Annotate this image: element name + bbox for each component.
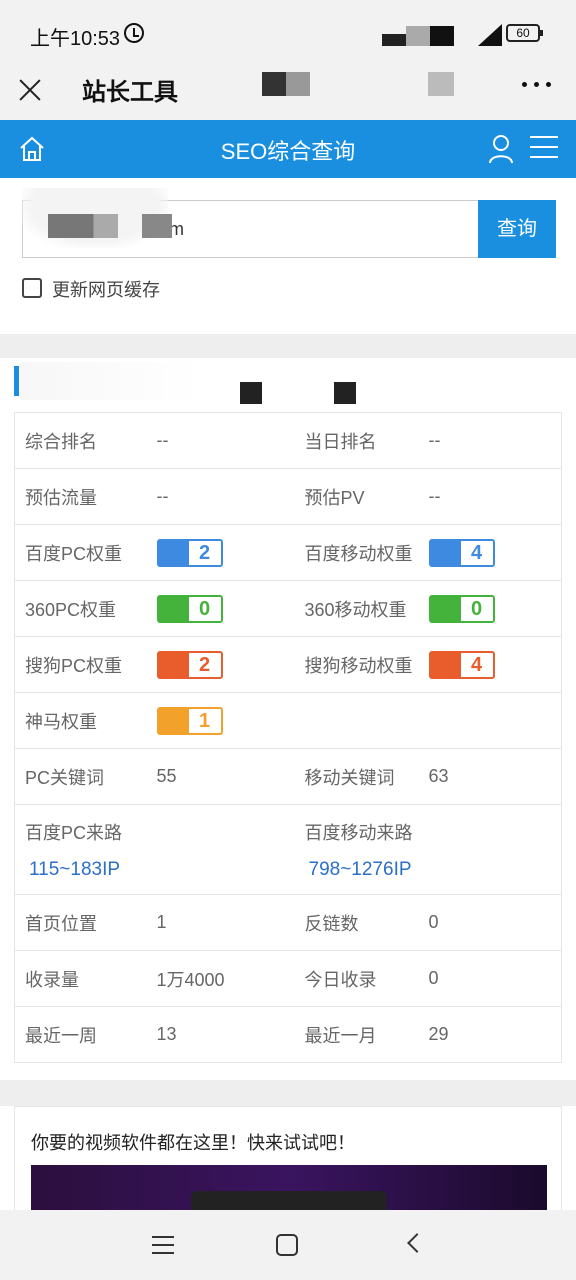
stat-label: 360PC权重 bbox=[14, 580, 157, 637]
so360-mobile-rank-badge[interactable]: 0 bbox=[428, 594, 495, 623]
shenma-rank-badge[interactable]: 1 bbox=[156, 706, 223, 735]
stat-label: 预估PV bbox=[292, 468, 429, 525]
search-row: m 查询 bbox=[22, 188, 556, 258]
stat-value: -- bbox=[428, 468, 562, 525]
back-icon[interactable] bbox=[407, 1233, 427, 1253]
seo-header: SEO综合查询 bbox=[0, 120, 576, 178]
table-row: 收录量 1万4000 今日收录 0 bbox=[14, 950, 562, 1007]
system-nav-bar bbox=[0, 1210, 576, 1280]
checkbox[interactable] bbox=[22, 278, 42, 298]
update-cache-label: 更新网页缓存 bbox=[52, 280, 160, 300]
stat-label: 首页位置 bbox=[14, 894, 157, 951]
stat-label: 预估流量 bbox=[14, 468, 157, 525]
stat-value: 29 bbox=[428, 1006, 562, 1063]
query-button[interactable]: 查询 bbox=[478, 200, 556, 258]
sogou-icon bbox=[158, 652, 189, 677]
cell-signal-icon bbox=[478, 24, 502, 46]
table-row: 最近一周 13 最近一月 29 bbox=[14, 1006, 562, 1063]
stat-label: 最近一月 bbox=[292, 1006, 429, 1063]
so360-icon bbox=[158, 596, 189, 621]
so360-pc-rank-badge[interactable]: 0 bbox=[156, 594, 223, 623]
stat-label: 百度移动来路 bbox=[304, 823, 413, 843]
stat-label: 当日排名 bbox=[292, 412, 429, 469]
stat-label: 百度移动权重 bbox=[292, 524, 429, 581]
redacted-block bbox=[240, 382, 262, 404]
status-time: 上午10:53 bbox=[30, 28, 121, 50]
stat-label: 神马权重 bbox=[14, 692, 157, 749]
stat-label: 今日收录 bbox=[292, 950, 429, 1007]
recent-apps-icon[interactable] bbox=[152, 1236, 174, 1256]
stat-value: 1万4000 bbox=[156, 950, 293, 1007]
stat-label: 移动关键词 bbox=[292, 748, 429, 805]
pc-keyword-count-link[interactable]: 55 bbox=[156, 748, 293, 805]
stat-label: 搜狗移动权重 bbox=[292, 636, 429, 693]
result-section-header bbox=[0, 358, 576, 412]
home-button-icon[interactable] bbox=[276, 1234, 298, 1256]
baidu-paw-icon bbox=[158, 540, 189, 565]
redacted-block bbox=[48, 214, 118, 238]
menu-icon[interactable] bbox=[530, 136, 558, 160]
stat-value: -- bbox=[428, 412, 562, 469]
stat-value: 1 bbox=[156, 894, 293, 951]
section-accent-bar bbox=[14, 366, 19, 396]
table-row: 神马权重 1 bbox=[14, 692, 562, 749]
redacted-block bbox=[20, 362, 200, 400]
baidu-paw-icon bbox=[430, 540, 461, 565]
stat-label: 搜狗PC权重 bbox=[14, 636, 157, 693]
table-row: 首页位置 1 反链数 0 bbox=[14, 894, 562, 951]
close-icon[interactable] bbox=[18, 78, 42, 102]
stat-label: 反链数 bbox=[292, 894, 429, 951]
baidu-pc-traffic-link[interactable]: 115~183IP bbox=[25, 859, 293, 881]
seo-stats-table: 综合排名 -- 当日排名 -- 预估流量 -- 预估PV -- 百度PC权重 2… bbox=[14, 412, 562, 1063]
table-row: PC关键词 55 移动关键词 63 bbox=[14, 748, 562, 805]
table-row: 360PC权重 0 360移动权重 0 bbox=[14, 580, 562, 637]
so360-icon bbox=[430, 596, 461, 621]
user-icon[interactable] bbox=[488, 134, 514, 164]
ad-card[interactable]: 你要的视频软件都在这里！快来试试吧！ bbox=[14, 1106, 562, 1231]
sogou-icon bbox=[430, 652, 461, 677]
redacted-block bbox=[262, 72, 310, 96]
stat-value: -- bbox=[156, 412, 293, 469]
stat-value: 0 bbox=[428, 950, 562, 1007]
stat-label: 百度PC来路 bbox=[25, 823, 123, 843]
baidu-pc-rank-badge[interactable]: 2 bbox=[156, 538, 223, 567]
baidu-mobile-traffic-link[interactable]: 798~1276IP bbox=[305, 859, 562, 881]
redacted-block bbox=[428, 72, 454, 96]
stat-label: 收录量 bbox=[14, 950, 157, 1007]
stat-value: 13 bbox=[156, 1006, 293, 1063]
table-row: 综合排名 -- 当日排名 -- bbox=[14, 412, 562, 469]
battery-icon: 60 bbox=[506, 24, 543, 42]
redacted-block bbox=[142, 214, 172, 238]
stat-value: 0 bbox=[428, 894, 562, 951]
sogou-mobile-rank-badge[interactable]: 4 bbox=[428, 650, 495, 679]
signal-icon bbox=[382, 26, 454, 46]
alarm-icon bbox=[124, 23, 144, 43]
table-row: 百度PC权重 2 百度移动权重 4 bbox=[14, 524, 562, 581]
ad-title[interactable]: 你要的视频软件都在这里！快来试试吧！ bbox=[31, 1129, 355, 1155]
stat-label: PC关键词 bbox=[14, 748, 157, 805]
section-divider bbox=[0, 334, 576, 358]
baidu-mobile-rank-badge[interactable]: 4 bbox=[428, 538, 495, 567]
mobile-keyword-count-link[interactable]: 63 bbox=[428, 748, 562, 805]
stat-label: 360移动权重 bbox=[292, 580, 429, 637]
section-divider bbox=[0, 1080, 576, 1106]
app-title-bar: 站长工具 bbox=[0, 64, 576, 120]
stat-value: -- bbox=[156, 468, 293, 525]
status-bar: 上午10:53 60 bbox=[0, 0, 576, 64]
more-icon[interactable] bbox=[522, 82, 552, 88]
page-title: 站长工具 bbox=[82, 79, 178, 106]
table-row: 百度PC来路 115~183IP 百度移动来路 798~1276IP bbox=[14, 804, 562, 895]
table-row: 搜狗PC权重 2 搜狗移动权重 4 bbox=[14, 636, 562, 693]
stat-label: 综合排名 bbox=[14, 412, 157, 469]
shenma-icon bbox=[158, 708, 189, 733]
redacted-block bbox=[334, 382, 356, 404]
stat-label: 百度PC权重 bbox=[14, 524, 157, 581]
table-row: 预估流量 -- 预估PV -- bbox=[14, 468, 562, 525]
sogou-pc-rank-badge[interactable]: 2 bbox=[156, 650, 223, 679]
stat-label: 最近一周 bbox=[14, 1006, 157, 1063]
